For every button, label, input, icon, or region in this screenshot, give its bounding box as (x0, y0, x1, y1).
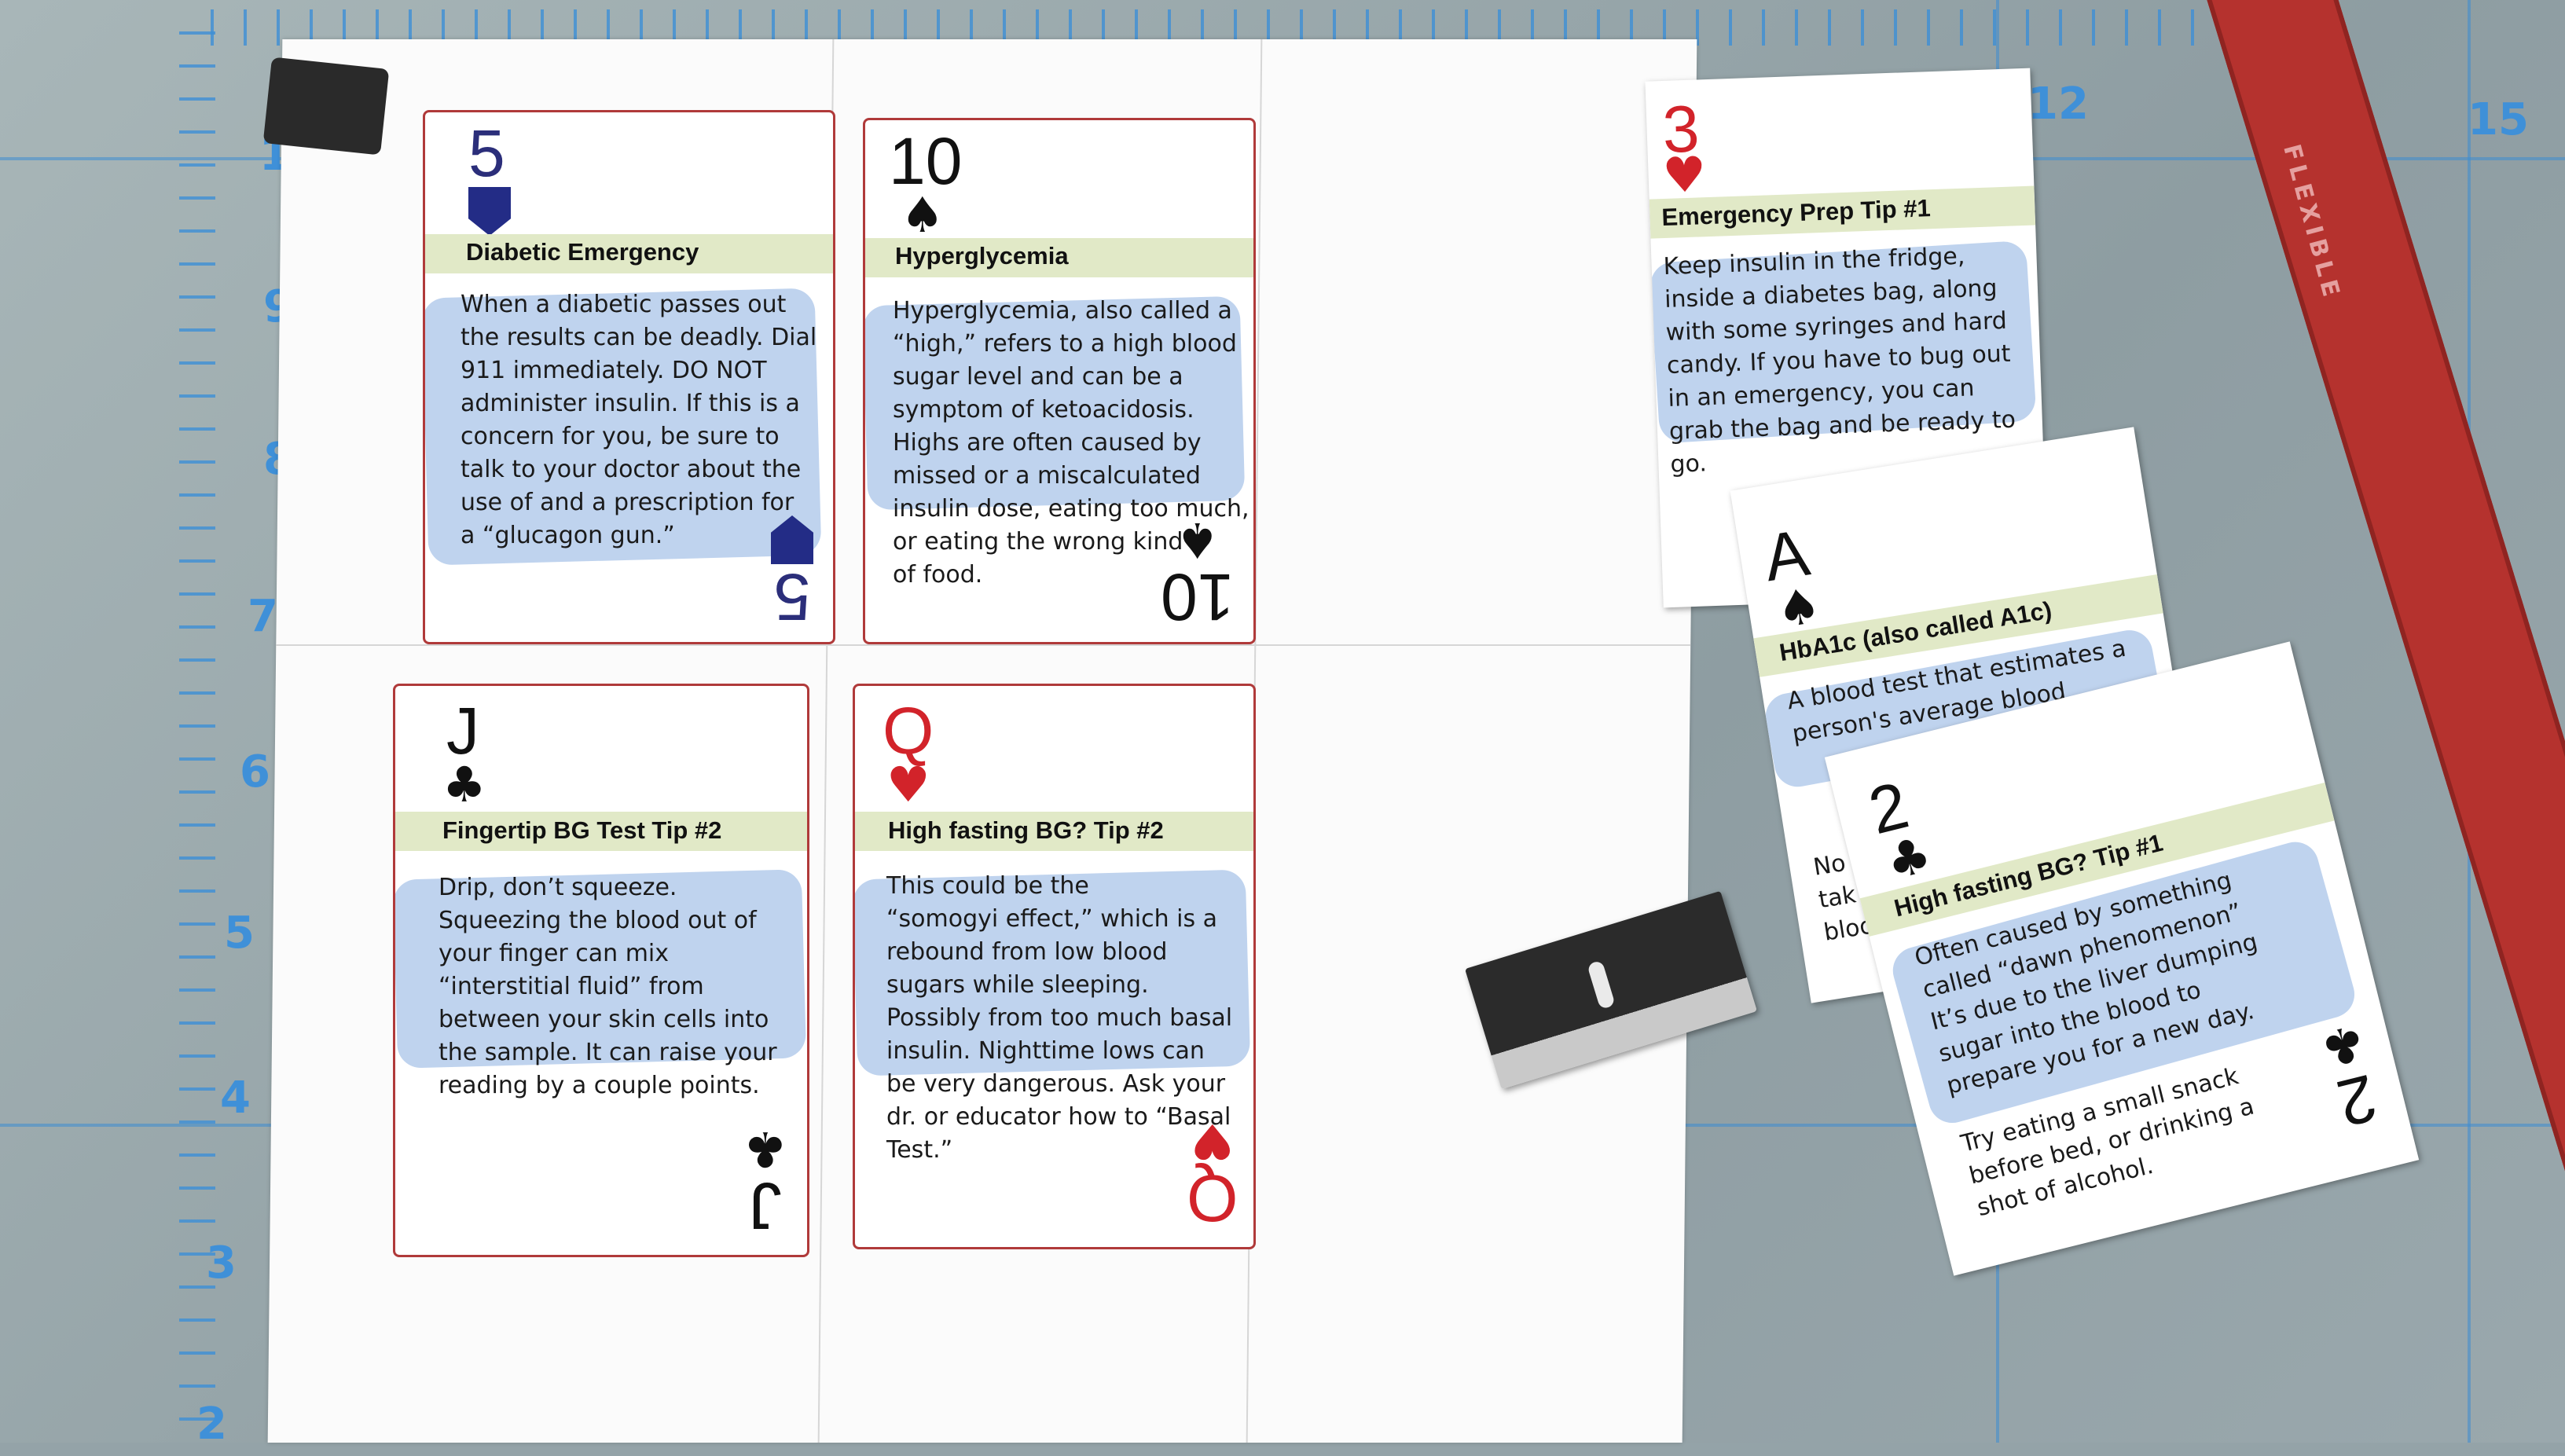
club-icon: ♣ (1881, 825, 1937, 892)
ruler-number: 6 (240, 746, 270, 798)
card-rank: J (446, 694, 479, 768)
card-rank: Q (883, 694, 934, 768)
spade-icon: ♠ (901, 186, 945, 244)
shield-icon (468, 187, 511, 239)
club-icon: ♣ (442, 756, 486, 813)
heart-icon: ♥ (1190, 1113, 1235, 1170)
card-ten-hyperglycemia: 10 ♠ Hyperglycemia Hyperglycemia, also c… (863, 118, 1256, 644)
ruler-number: 15 (2468, 94, 2529, 145)
cut-guide-line (276, 644, 1691, 646)
ruler-number: 12 (2027, 79, 2089, 130)
card-body: When a diabetic passes out the results c… (461, 291, 817, 549)
club-icon: ♣ (2315, 1012, 2372, 1079)
card-corner-rotated: 5 (771, 512, 813, 634)
card-rank-rotated: J (749, 1169, 783, 1243)
blade-slot (1587, 959, 1616, 1010)
card-title: High fasting BG? Tip #2 (888, 816, 1164, 844)
card-rank: 5 (468, 116, 505, 190)
card-rank-rotated: 5 (773, 560, 811, 634)
heart-icon: ♥ (886, 756, 930, 813)
ruler-number: 2 (196, 1399, 227, 1450)
card-corner-rotated: J ♣ (743, 1120, 787, 1243)
card-corner-rotated: 10 ♠ (1160, 512, 1234, 634)
heart-icon: ♥ (1661, 145, 1708, 205)
binder-clip (262, 57, 390, 156)
card-body: Drip, don’t squeeze. Squeezing the blood… (439, 874, 777, 1099)
ruler-number: 7 (248, 591, 278, 642)
ruler-number: 5 (224, 908, 255, 959)
club-icon: ♣ (743, 1120, 787, 1178)
card-rank-rotated: 10 (1160, 560, 1234, 634)
card-title: Fingertip BG Test Tip #2 (442, 816, 722, 844)
card-rank-rotated: Q (1186, 1161, 1238, 1235)
card-corner-rotated: 2 ♣ (2315, 1012, 2387, 1141)
mat-ruler-left (179, 31, 215, 1443)
shield-icon (771, 512, 813, 564)
card-rank: 10 (889, 124, 963, 198)
card-body: This could be the “somogyi effect,” whic… (886, 872, 1233, 1164)
card-jack-fingertip-tip: J ♣ Fingertip BG Test Tip #2 Drip, don’t… (393, 684, 809, 1257)
card-title: Hyperglycemia (895, 242, 1069, 270)
spade-icon: ♠ (1175, 512, 1220, 569)
card-body: Keep insulin in the fridge, inside a dia… (1663, 242, 2016, 479)
card-title: Diabetic Emergency (466, 238, 699, 266)
card-queen-high-fasting-tip-2: Q ♥ High fasting BG? Tip #2 This could b… (853, 684, 1256, 1249)
spade-icon: ♠ (1772, 576, 1825, 640)
ruler-number: 4 (220, 1073, 251, 1124)
card-corner-rotated: Q ♥ (1186, 1113, 1238, 1235)
ruler-number: 3 (206, 1238, 237, 1289)
card-five-diabetic-emergency: 5 Diabetic Emergency When a diabetic pas… (423, 110, 835, 644)
